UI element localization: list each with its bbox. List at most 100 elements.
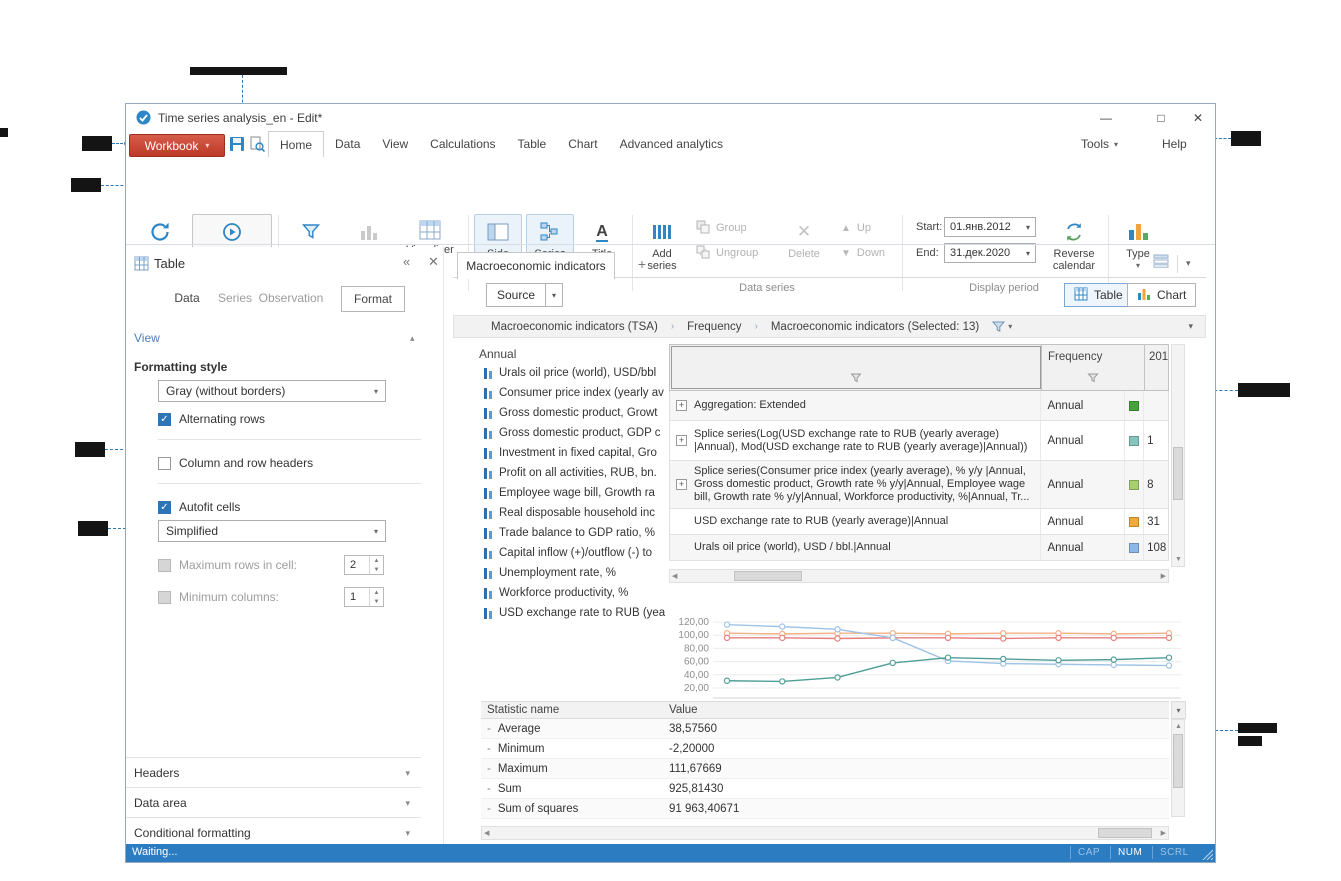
breadcrumb-item[interactable]: Frequency [687, 321, 741, 333]
scroll-right-icon[interactable]: ▶ [1161, 829, 1166, 837]
max-rows-checkbox[interactable]: Maximum rows in cell: [158, 558, 297, 572]
table-view-toggle[interactable]: Table [1064, 283, 1133, 307]
breadcrumb-expand-icon[interactable]: ▾ [1188, 321, 1193, 332]
print-preview-icon[interactable] [249, 136, 265, 157]
formatting-style-dropdown[interactable]: Gray (without borders) ▾ [158, 380, 386, 402]
tree-item[interactable]: Trade balance to GDP ratio, % [484, 523, 670, 543]
tools-menu[interactable]: Tools ▾ [1081, 131, 1118, 157]
tree-item[interactable]: Workforce productivity, % [484, 583, 670, 603]
grid-header-year[interactable]: 201 [1145, 345, 1168, 390]
table-row[interactable]: +Splice series(Consumer price index (yea… [670, 461, 1168, 509]
autofit-mode-dropdown[interactable]: Simplified ▾ [158, 520, 386, 542]
tree-item[interactable]: Capital inflow (+)/outflow (-) to [484, 543, 670, 563]
start-date-combo[interactable]: 01.янв.2012 ▾ [944, 217, 1036, 237]
grid-header-frequency[interactable]: Frequency [1042, 345, 1145, 390]
tab-list-dropdown-icon[interactable]: ▾ [1186, 258, 1191, 269]
tree-item[interactable]: Profit on all activities, RUB, bn. [484, 463, 670, 483]
spinner-down-icon[interactable]: ▼ [370, 597, 383, 606]
autofit-cells-checkbox[interactable]: ✓ Autofit cells [158, 500, 240, 514]
scrollbar-thumb[interactable] [1098, 828, 1152, 838]
view-section-header[interactable]: View [134, 331, 160, 345]
breadcrumb-filter-button[interactable]: ▾ [992, 321, 1012, 333]
scroll-right-icon[interactable]: ▶ [1161, 572, 1166, 580]
stats-dropdown-icon[interactable]: ▾ [1171, 701, 1186, 719]
table-row[interactable]: +Aggregation: ExtendedAnnual [670, 391, 1168, 421]
scroll-up-icon[interactable]: ▲ [1175, 723, 1182, 730]
tree-item[interactable]: Employee wage bill, Growth ra [484, 483, 670, 503]
chart-view-toggle[interactable]: Chart [1127, 283, 1196, 307]
maximize-button[interactable]: □ [1144, 104, 1178, 131]
panel-tab-observation[interactable]: Observation [259, 286, 323, 310]
scrollbar-thumb[interactable] [1173, 447, 1183, 500]
close-button[interactable]: ✕ [1181, 104, 1215, 131]
close-panel-icon[interactable]: ✕ [428, 254, 439, 270]
alternating-rows-checkbox[interactable]: ✓ Alternating rows [158, 412, 265, 426]
workbook-button[interactable]: Workbook ▾ [129, 134, 225, 157]
section-data-area[interactable]: Data area ▾ [126, 787, 421, 817]
tab-table[interactable]: Table [507, 131, 558, 156]
max-rows-stepper[interactable]: 2 ▲▼ [344, 555, 384, 575]
min-columns-stepper[interactable]: 1 ▲▼ [344, 587, 384, 607]
tab-calculations[interactable]: Calculations [419, 131, 506, 156]
tree-item[interactable]: Consumer price index (yearly av [484, 383, 670, 403]
resize-grip[interactable] [1200, 847, 1213, 863]
column-row-headers-checkbox[interactable]: Column and row headers [158, 456, 313, 470]
source-label[interactable]: Source [486, 283, 546, 307]
min-columns-checkbox[interactable]: Minimum columns: [158, 590, 279, 604]
tab-chart[interactable]: Chart [557, 131, 608, 156]
tree-item[interactable]: Investment in fixed capital, Gro [484, 443, 670, 463]
expand-icon[interactable]: + [676, 400, 687, 411]
tree-item[interactable]: Urals oil price (world), USD/bbl [484, 363, 670, 383]
add-tab-button[interactable]: + [633, 255, 651, 273]
breadcrumb-item[interactable]: Macroeconomic indicators (Selected: 13) [771, 321, 979, 333]
save-icon[interactable] [229, 136, 245, 157]
tree-group-label[interactable]: Annual [479, 347, 516, 361]
tab-view[interactable]: View [371, 131, 419, 156]
group-button[interactable]: Group [692, 217, 780, 239]
collapse-arrow-icon[interactable]: ▴ [410, 333, 415, 344]
up-button[interactable]: ▲ Up [837, 217, 901, 239]
table-row[interactable]: Urals oil price (world), USD / bbl.|Annu… [670, 535, 1168, 561]
filter-icon[interactable] [1088, 373, 1099, 386]
tree-item[interactable]: Gross domestic product, Growt [484, 403, 670, 423]
grid-vertical-scrollbar[interactable]: ▼ [1171, 344, 1185, 567]
spinner-up-icon[interactable]: ▲ [370, 588, 383, 597]
expand-icon[interactable]: + [676, 435, 687, 446]
table-row[interactable]: USD exchange rate to RUB (yearly average… [670, 509, 1168, 535]
document-tab[interactable]: Macroeconomic indicators [457, 252, 615, 279]
section-conditional-formatting[interactable]: Conditional formatting ▾ [126, 817, 421, 847]
grid-horizontal-scrollbar[interactable]: ◀ ▶ [669, 569, 1169, 583]
source-button[interactable]: Source ▾ [486, 283, 563, 307]
grid-header-name[interactable] [670, 345, 1042, 390]
tab-data[interactable]: Data [324, 131, 371, 156]
scroll-left-icon[interactable]: ◀ [672, 572, 677, 580]
panel-tab-series[interactable]: Series [214, 286, 256, 310]
scroll-down-icon[interactable]: ▼ [1175, 556, 1182, 563]
table-row[interactable]: +Splice series(Log(USD exchange rate to … [670, 421, 1168, 461]
help-menu[interactable]: Help [1162, 131, 1187, 157]
tree-item[interactable]: Unemployment rate, % [484, 563, 670, 583]
tab-advanced-analytics[interactable]: Advanced analytics [609, 131, 734, 156]
title-bar[interactable]: Time series analysis_en - Edit* — □ ✕ [126, 104, 1215, 131]
tree-item[interactable]: Real disposable household inc [484, 503, 670, 523]
filter-icon[interactable] [850, 373, 861, 386]
spinner-up-icon[interactable]: ▲ [370, 556, 383, 565]
expand-icon[interactable]: + [676, 479, 687, 490]
main-horizontal-scrollbar[interactable]: ◀ ▶ [481, 826, 1169, 840]
minimize-button[interactable]: — [1089, 104, 1123, 131]
layout-icon[interactable] [1153, 254, 1169, 273]
panel-tab-format[interactable]: Format [341, 286, 405, 312]
tree-item[interactable]: USD exchange rate to RUB (yea [484, 603, 670, 623]
panel-tab-data[interactable]: Data [167, 286, 207, 310]
scroll-left-icon[interactable]: ◀ [484, 829, 489, 837]
spinner-down-icon[interactable]: ▼ [370, 565, 383, 574]
scrollbar-thumb[interactable] [1173, 734, 1183, 788]
scrollbar-thumb[interactable] [734, 571, 802, 581]
collapse-panel-icon[interactable]: « [403, 254, 410, 269]
section-headers[interactable]: Headers ▾ [126, 757, 421, 787]
tab-home[interactable]: Home [268, 131, 324, 158]
breadcrumb-item[interactable]: Macroeconomic indicators (TSA) [491, 321, 658, 333]
chevron-down-icon[interactable]: ▾ [546, 283, 563, 307]
stats-vertical-scrollbar[interactable]: ▲ [1171, 719, 1185, 817]
tree-item[interactable]: Gross domestic product, GDP c [484, 423, 670, 443]
